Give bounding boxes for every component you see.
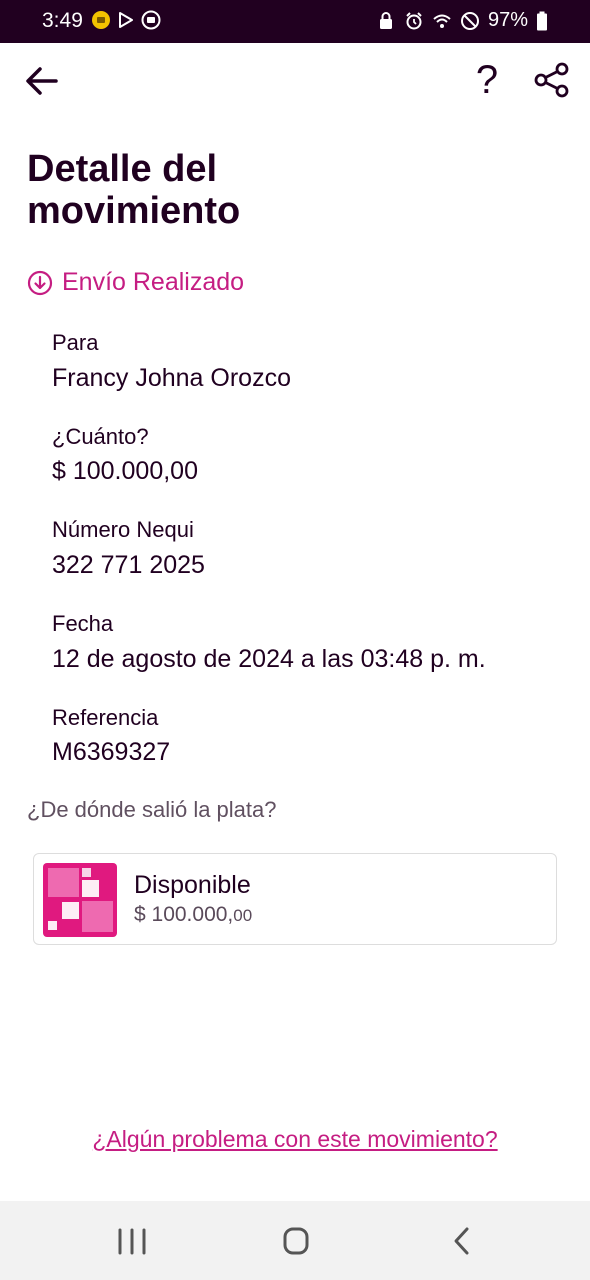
pocket-name: Disponible: [134, 871, 251, 899]
pocket-amount-cents: 00: [233, 906, 253, 925]
home-button[interactable]: [276, 1223, 316, 1259]
alarm-icon: [406, 11, 422, 29]
system-navigation-bar: [0, 1201, 590, 1280]
notification-icons: [91, 10, 161, 30]
page-title: Detalle del movimiento: [27, 148, 241, 232]
report-problem-link[interactable]: ¿Algún problema con este movimiento?: [0, 1126, 590, 1153]
amount-value: $ 100.000,00: [52, 457, 198, 485]
back-button[interactable]: [22, 61, 62, 101]
reference-value: M6369327: [52, 738, 171, 766]
status-bar: 3:49 97%: [0, 0, 590, 43]
recipient-value: Francy Johna Orozco: [52, 364, 291, 392]
arrow-left-icon: [26, 67, 58, 95]
recipient-label: Para: [52, 330, 99, 355]
status-time: 3:49: [42, 9, 83, 32]
nequi-number-label: Número Nequi: [52, 517, 194, 542]
transaction-status: Envío Realizado: [27, 268, 244, 297]
nequi-number-value: 322 771 2025: [52, 551, 205, 579]
do-not-disturb-icon: [460, 11, 479, 30]
recent-apps-icon: [118, 1228, 146, 1255]
chevron-left-icon: [454, 1227, 469, 1255]
coin-notification-icon: [92, 11, 110, 29]
share-button[interactable]: [533, 61, 571, 99]
battery-percent: 97%: [487, 9, 528, 31]
home-icon: [283, 1227, 309, 1255]
source-pocket-card[interactable]: Disponible $ 100.000,00: [33, 853, 557, 945]
system-icons: 97%: [376, 9, 548, 32]
top-app-bar: ?: [0, 43, 590, 118]
lock-icon: [379, 11, 392, 29]
date-label: Fecha: [52, 611, 114, 636]
media-notification-icon: [141, 10, 161, 30]
status-label: Envío Realizado: [62, 268, 245, 296]
pocket-amount: $ 100.000,00: [134, 903, 252, 927]
pocket-amount-main: $ 100.000,: [134, 903, 234, 926]
system-back-button[interactable]: [442, 1223, 482, 1259]
wifi-icon: [433, 14, 451, 28]
date-value: 12 de agosto de 2024 a las 03:48 p. m.: [52, 645, 486, 673]
play-store-icon: [119, 12, 133, 28]
source-question: ¿De dónde salió la plata?: [27, 797, 277, 822]
help-button[interactable]: ?: [470, 58, 504, 102]
reference-label: Referencia: [52, 705, 159, 730]
pocket-icon: [43, 863, 117, 937]
battery-icon: [537, 11, 547, 30]
recent-apps-button[interactable]: [112, 1223, 152, 1259]
share-icon: [534, 62, 569, 98]
arrow-down-circle-icon: [27, 270, 53, 295]
amount-label: ¿Cuánto?: [52, 424, 149, 449]
